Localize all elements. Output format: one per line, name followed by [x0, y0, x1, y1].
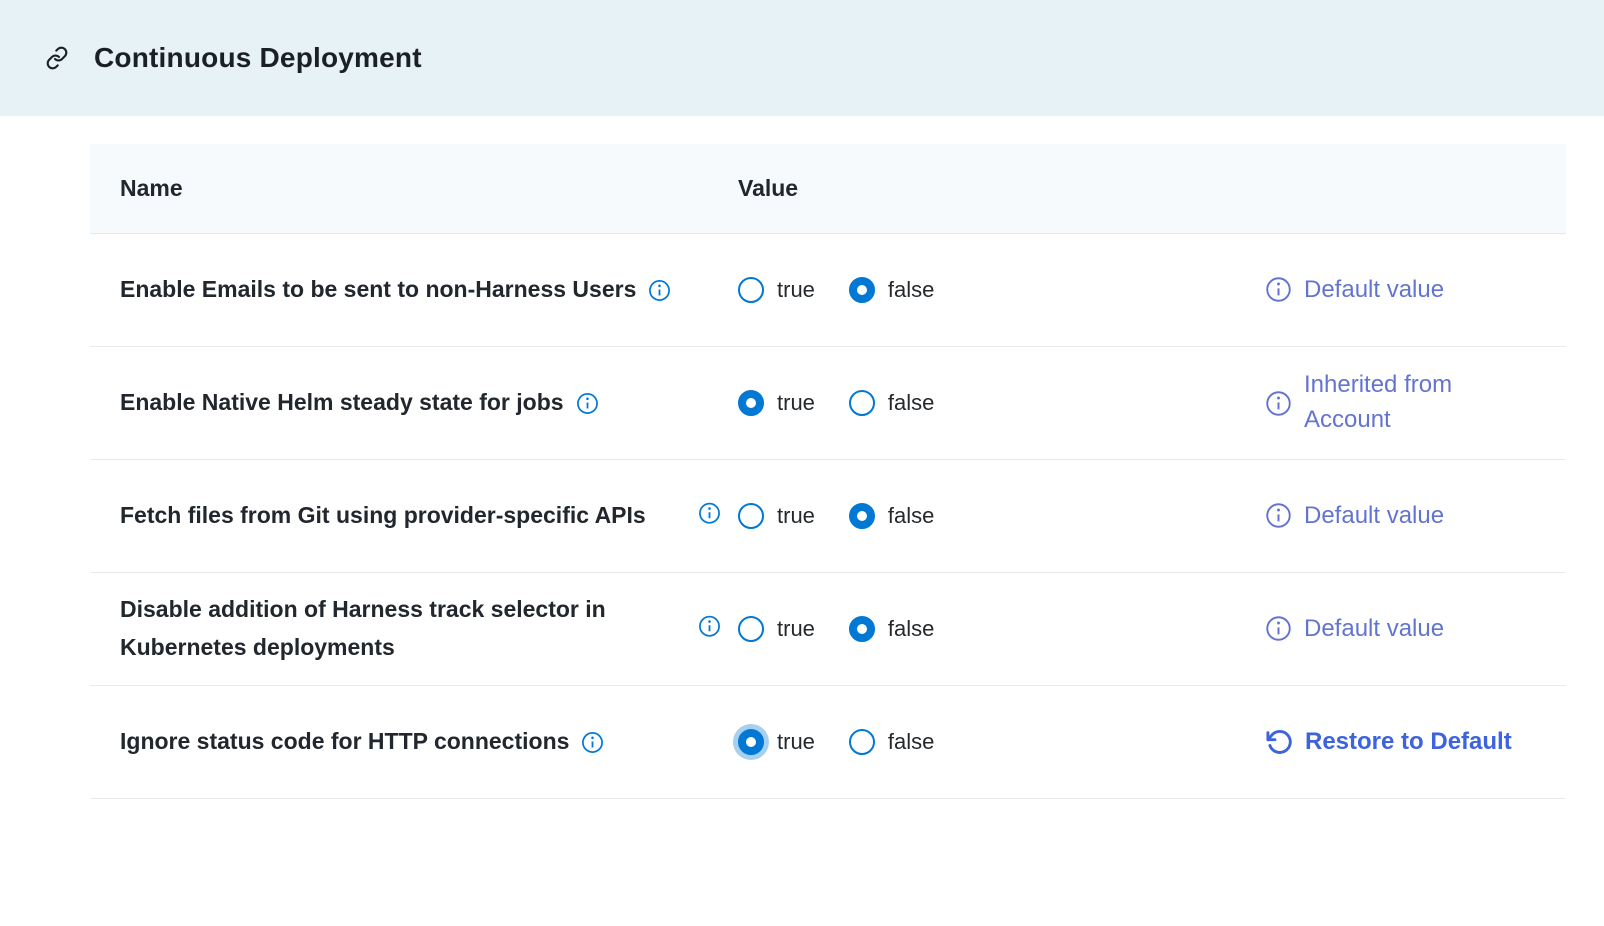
radio-false-label: false [888, 503, 934, 529]
radio-false[interactable] [849, 277, 875, 303]
radio-option-true[interactable]: true [738, 390, 815, 416]
setting-label: Fetch files from Git using provider-spec… [120, 497, 646, 535]
info-icon [1265, 615, 1292, 642]
info-icon [1265, 276, 1292, 303]
radio-false-label: false [888, 616, 934, 642]
radio-false-label: false [888, 729, 934, 755]
radio-option-true[interactable]: true [738, 729, 815, 755]
restore-to-default-button[interactable]: Restore to Default [1235, 725, 1566, 760]
radio-true-label: true [777, 729, 815, 755]
table-row: Enable Emails to be sent to non-Harness … [90, 234, 1566, 347]
radio-option-false[interactable]: false [849, 277, 934, 303]
radio-false[interactable] [849, 390, 875, 416]
radio-true[interactable] [738, 277, 764, 303]
table-header-row: Name Value [90, 144, 1566, 234]
setting-label: Ignore status code for HTTP connections [120, 723, 569, 761]
status-badge: Default value [1304, 612, 1444, 647]
radio-option-false[interactable]: false [849, 729, 934, 755]
status-badge: Inherited from Account [1304, 368, 1504, 438]
info-icon[interactable] [698, 615, 721, 638]
radio-true[interactable] [738, 729, 764, 755]
radio-true-label: true [777, 277, 815, 303]
info-icon [1265, 390, 1292, 417]
radio-true-label: true [777, 390, 815, 416]
radio-option-false[interactable]: false [849, 503, 934, 529]
status-badge: Default value [1304, 499, 1444, 534]
setting-label: Disable addition of Harness track select… [120, 591, 714, 667]
radio-option-true[interactable]: true [738, 503, 815, 529]
settings-table: Name Value Enable Emails to be sent to n… [90, 144, 1566, 799]
radio-option-false[interactable]: false [849, 616, 934, 642]
radio-option-true[interactable]: true [738, 616, 815, 642]
radio-false-label: false [888, 277, 934, 303]
radio-true[interactable] [738, 503, 764, 529]
restore-icon [1265, 728, 1293, 756]
radio-true[interactable] [738, 390, 764, 416]
radio-false[interactable] [849, 729, 875, 755]
radio-option-true[interactable]: true [738, 277, 815, 303]
status-badge: Default value [1304, 273, 1444, 308]
info-icon[interactable] [576, 392, 599, 415]
link-icon[interactable] [44, 45, 70, 71]
settings-page: Continuous Deployment Name Value Enable … [0, 0, 1604, 926]
table-row: Ignore status code for HTTP connections … [90, 686, 1566, 799]
section-header: Continuous Deployment [0, 0, 1604, 116]
radio-option-false[interactable]: false [849, 390, 934, 416]
setting-label: Enable Emails to be sent to non-Harness … [120, 271, 636, 309]
page-title: Continuous Deployment [94, 42, 422, 74]
radio-false[interactable] [849, 503, 875, 529]
setting-label: Enable Native Helm steady state for jobs [120, 384, 564, 422]
restore-label: Restore to Default [1305, 725, 1512, 760]
info-icon[interactable] [581, 731, 604, 754]
column-header-name: Name [90, 175, 738, 202]
table-row: Disable addition of Harness track select… [90, 573, 1566, 686]
radio-true-label: true [777, 616, 815, 642]
radio-true-label: true [777, 503, 815, 529]
radio-false[interactable] [849, 616, 875, 642]
column-header-value: Value [738, 175, 1235, 202]
table-row: Enable Native Helm steady state for jobs… [90, 347, 1566, 460]
table-row: Fetch files from Git using provider-spec… [90, 460, 1566, 573]
radio-true[interactable] [738, 616, 764, 642]
info-icon[interactable] [648, 279, 671, 302]
info-icon [1265, 502, 1292, 529]
radio-false-label: false [888, 390, 934, 416]
info-icon[interactable] [698, 502, 721, 525]
